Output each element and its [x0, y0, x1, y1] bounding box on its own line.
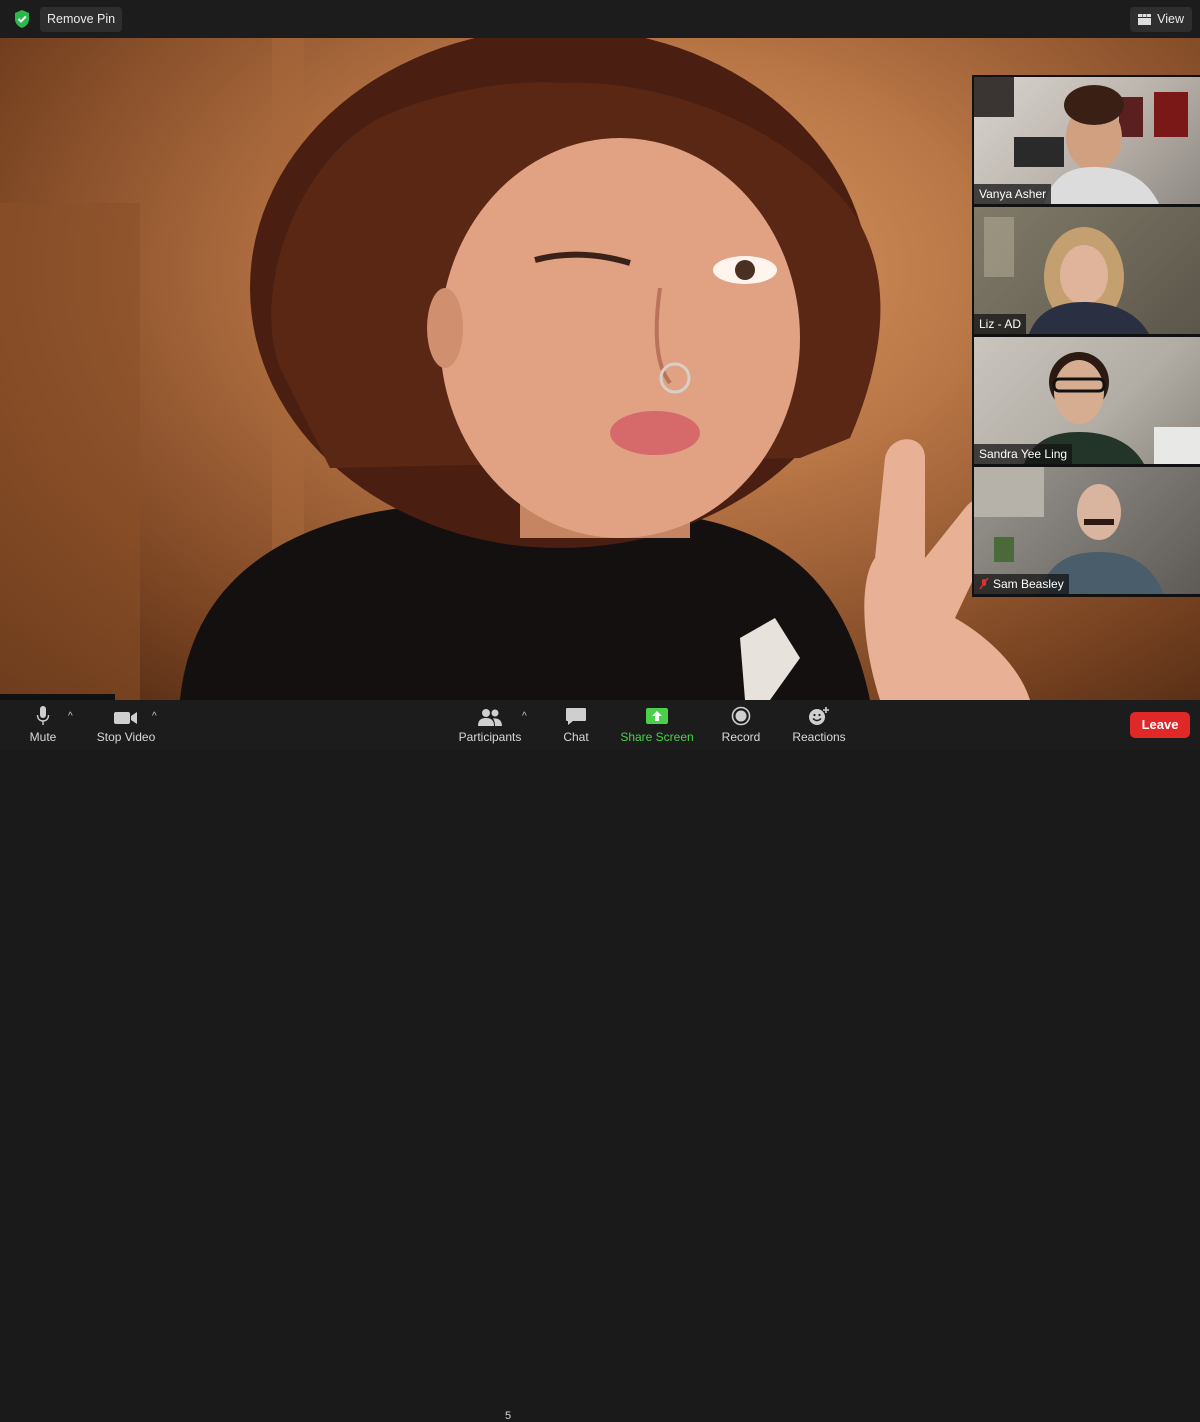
shield-check-icon[interactable]	[12, 9, 32, 29]
reactions-smiley-icon	[809, 707, 829, 725]
muted-mic-icon	[979, 578, 989, 590]
participant-thumbnail[interactable]: Sandra Yee Ling	[974, 337, 1200, 464]
participant-thumbnail[interactable]: Sam Beasley	[974, 467, 1200, 594]
participant-thumbnail[interactable]: Vanya Asher	[974, 77, 1200, 204]
reactions-button[interactable]: Reactions	[792, 700, 846, 750]
participants-icon	[478, 709, 502, 726]
participants-button[interactable]: Participants	[458, 700, 522, 750]
remove-pin-button[interactable]: Remove Pin	[40, 7, 123, 32]
stop-video-button[interactable]: Stop Video	[96, 700, 156, 750]
leave-button[interactable]: Leave	[1130, 712, 1190, 738]
participant-name-label: Vanya Asher	[974, 184, 1052, 204]
video-options-caret[interactable]: ^	[152, 711, 157, 722]
participant-name-label: Sam Beasley	[974, 574, 1069, 594]
share-screen-button[interactable]: Share Screen	[620, 700, 694, 750]
chat-button[interactable]: Chat	[560, 700, 592, 750]
view-label: View	[1157, 12, 1184, 26]
top-bar: Remove Pin View	[0, 0, 1200, 38]
mute-button[interactable]: Mute	[24, 700, 62, 750]
participants-options-caret[interactable]: ^	[522, 711, 527, 722]
participant-thumbnails-panel: Vanya Asher Liz - AD Sandra Yee Ling Sam…	[972, 75, 1200, 597]
video-camera-icon	[114, 712, 137, 724]
participant-name-label: Liz - AD	[974, 314, 1027, 334]
record-icon	[731, 706, 751, 726]
view-grid-icon	[1138, 14, 1152, 25]
view-button[interactable]: View	[1130, 7, 1192, 32]
participant-name-label: Sandra Yee Ling	[974, 444, 1073, 464]
share-screen-arrow-icon	[646, 708, 668, 724]
participant-thumbnail[interactable]: Liz - AD	[974, 207, 1200, 334]
microphone-icon	[36, 706, 50, 725]
meeting-toolbar: Mute ^ Stop Video ^ Participants 5 ^ Cha…	[0, 700, 1200, 1422]
chat-bubble-icon	[566, 708, 586, 725]
record-button[interactable]: Record	[722, 700, 760, 750]
participants-count: 5	[505, 1410, 512, 1422]
mute-options-caret[interactable]: ^	[68, 711, 73, 722]
